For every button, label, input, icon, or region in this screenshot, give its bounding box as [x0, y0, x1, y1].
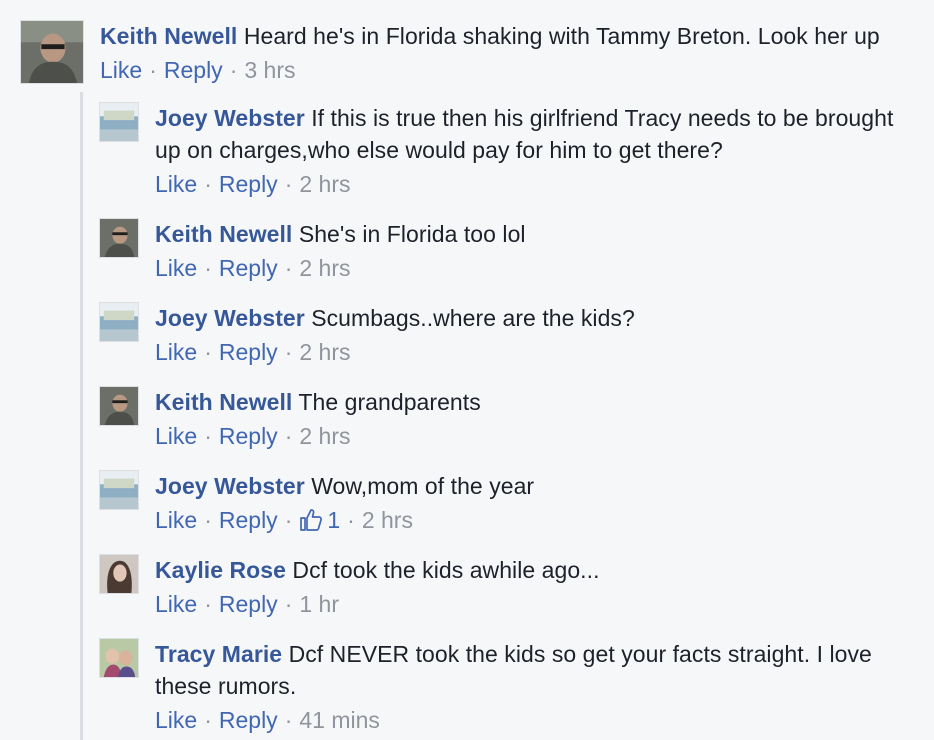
author-name[interactable]: Joey Webster — [155, 105, 305, 131]
comment-text: Keith Newell The grandparents — [155, 386, 899, 418]
separator-dot: · — [204, 423, 212, 449]
comment-actions: Like · Reply · 2 hrs — [155, 336, 899, 368]
separator-dot: · — [149, 57, 157, 83]
comment-text: Kaylie Rose Dcf took the kids awhile ago… — [155, 554, 899, 586]
reply-button[interactable]: Reply — [219, 588, 278, 620]
comment-text: Joey Webster Wow,mom of the year — [155, 470, 899, 502]
reply-comment: Keith Newell She's in Florida too lol Li… — [99, 218, 899, 284]
comment-text: Joey Webster Scumbags..where are the kid… — [155, 302, 899, 334]
timestamp[interactable]: 41 mins — [299, 704, 380, 736]
reply-thread-line — [80, 92, 83, 740]
like-button[interactable]: Like — [155, 168, 197, 200]
reply-button[interactable]: Reply — [219, 420, 278, 452]
avatar[interactable] — [99, 470, 139, 510]
timestamp[interactable]: 2 hrs — [299, 168, 350, 200]
thumbs-up-icon — [300, 509, 323, 531]
timestamp[interactable]: 3 hrs — [244, 54, 295, 86]
like-button[interactable]: Like — [155, 588, 197, 620]
like-button[interactable]: Like — [100, 54, 142, 86]
comment-actions: Like · Reply · 2 hrs — [155, 252, 899, 284]
separator-dot: · — [284, 507, 293, 533]
comment-text: Joey Webster If this is true then his gi… — [155, 102, 899, 166]
reaction-count[interactable]: 1 — [299, 504, 340, 536]
comment-text: Tracy Marie Dcf NEVER took the kids so g… — [155, 638, 899, 702]
separator-dot: · — [347, 507, 355, 533]
reply-comment: Keith Newell The grandparents Like · Rep… — [99, 386, 899, 452]
separator-dot: · — [229, 57, 238, 83]
timestamp[interactable]: 2 hrs — [299, 336, 350, 368]
avatar[interactable] — [99, 218, 139, 258]
comment-message: Heard he's in Florida shaking with Tammy… — [243, 23, 880, 49]
separator-dot: · — [204, 339, 212, 365]
timestamp[interactable]: 1 hr — [299, 588, 339, 620]
comment-actions: Like · Reply · 2 hrs — [155, 168, 899, 200]
reply-button[interactable]: Reply — [219, 704, 278, 736]
author-name[interactable]: Joey Webster — [155, 473, 305, 499]
comment-message: Scumbags..where are the kids? — [311, 305, 635, 331]
reply-comment: Kaylie Rose Dcf took the kids awhile ago… — [99, 554, 899, 620]
reply-button[interactable]: Reply — [219, 252, 278, 284]
comment-actions: Like · Reply · 41 mins — [155, 704, 899, 736]
reaction-count-value: 1 — [327, 507, 341, 533]
author-name[interactable]: Keith Newell — [155, 389, 292, 415]
reply-comment: Joey Webster If this is true then his gi… — [99, 102, 899, 200]
separator-dot: · — [284, 255, 293, 281]
like-button[interactable]: Like — [155, 704, 197, 736]
comment-text: Keith Newell Heard he's in Florida shaki… — [100, 20, 904, 52]
author-name[interactable]: Keith Newell — [155, 221, 292, 247]
like-button[interactable]: Like — [155, 252, 197, 284]
separator-dot: · — [284, 339, 293, 365]
author-name[interactable]: Keith Newell — [100, 23, 237, 49]
avatar[interactable] — [99, 302, 139, 342]
separator-dot: · — [284, 591, 293, 617]
reply-button[interactable]: Reply — [219, 504, 278, 536]
separator-dot: · — [284, 423, 293, 449]
avatar[interactable] — [99, 554, 139, 594]
reply-button[interactable]: Reply — [164, 54, 223, 86]
comment-actions: Like · Reply · 1 · 2 hrs — [155, 504, 899, 536]
separator-dot: · — [204, 171, 212, 197]
separator-dot: · — [204, 707, 212, 733]
like-button[interactable]: Like — [155, 420, 197, 452]
avatar[interactable] — [99, 102, 139, 142]
comment-actions: Like · Reply · 3 hrs — [100, 54, 904, 86]
reply-comment: Joey Webster Wow,mom of the year Like · … — [99, 470, 899, 536]
comment-text: Keith Newell She's in Florida too lol — [155, 218, 899, 250]
avatar[interactable] — [99, 638, 139, 678]
separator-dot: · — [204, 255, 212, 281]
comment-message: The grandparents — [298, 389, 481, 415]
like-button[interactable]: Like — [155, 504, 197, 536]
like-button[interactable]: Like — [155, 336, 197, 368]
author-name[interactable]: Kaylie Rose — [155, 557, 286, 583]
reply-comment: Tracy Marie Dcf NEVER took the kids so g… — [99, 638, 899, 736]
reply-button[interactable]: Reply — [219, 336, 278, 368]
separator-dot: · — [284, 707, 293, 733]
timestamp[interactable]: 2 hrs — [362, 504, 413, 536]
comment-message: Wow,mom of the year — [311, 473, 535, 499]
avatar[interactable] — [20, 20, 84, 84]
separator-dot: · — [284, 171, 293, 197]
timestamp[interactable]: 2 hrs — [299, 252, 350, 284]
comment-thread: Keith Newell Heard he's in Florida shaki… — [0, 0, 934, 740]
avatar[interactable] — [99, 386, 139, 426]
separator-dot: · — [204, 507, 212, 533]
reply-comment: Joey Webster Scumbags..where are the kid… — [99, 302, 899, 368]
comment-message: She's in Florida too lol — [298, 221, 526, 247]
comment-actions: Like · Reply · 1 hr — [155, 588, 899, 620]
author-name[interactable]: Joey Webster — [155, 305, 305, 331]
comment-message: Dcf took the kids awhile ago... — [292, 557, 600, 583]
author-name[interactable]: Tracy Marie — [155, 641, 282, 667]
comment: Keith Newell Heard he's in Florida shaki… — [20, 20, 904, 86]
reply-button[interactable]: Reply — [219, 168, 278, 200]
timestamp[interactable]: 2 hrs — [299, 420, 350, 452]
comment-actions: Like · Reply · 2 hrs — [155, 420, 899, 452]
separator-dot: · — [204, 591, 212, 617]
